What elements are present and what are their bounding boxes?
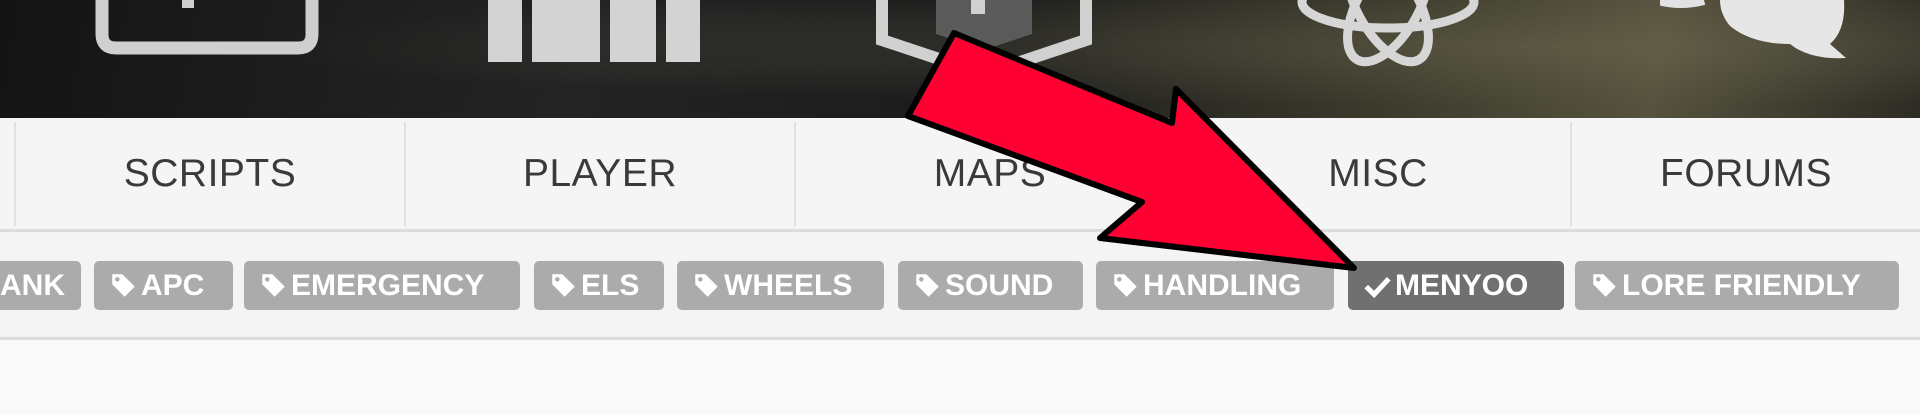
nav-item-forums[interactable]: FORUMS	[1570, 122, 1920, 226]
tag-label: ANK	[0, 268, 65, 302]
tag-icon	[916, 274, 939, 297]
nav-item-label: SCRIPTS	[123, 152, 297, 195]
tag-label: MENYOO	[1395, 268, 1529, 302]
nav-item-misc[interactable]: MISC	[1184, 122, 1570, 226]
tag-wheels[interactable]: WHEELS	[677, 261, 884, 310]
tag-label: APC	[141, 268, 205, 302]
tag-emergency[interactable]: EMERGENCY	[244, 261, 520, 310]
tag-lore-friendly[interactable]: LORE FRIENDLY	[1575, 261, 1899, 310]
nav-item-partial[interactable]	[0, 122, 16, 226]
nav-item-maps[interactable]: MAPS	[794, 122, 1184, 226]
tag-menyoo-selected[interactable]: MENYOO	[1348, 261, 1564, 310]
nav-item-player[interactable]: PLAYER	[404, 122, 794, 226]
main-nav: SCRIPTS PLAYER MAPS MISC FORUMS	[0, 118, 1920, 232]
content-area	[0, 340, 1920, 414]
tag-tank[interactable]: ANK	[0, 261, 81, 310]
nav-item-label: MISC	[1328, 152, 1428, 195]
tag-label: HANDLING	[1143, 268, 1302, 302]
tag-label: WHEELS	[724, 268, 853, 302]
tag-handling[interactable]: HANDLING	[1096, 261, 1334, 310]
tag-filter-row: ANK APC EMERGENCY ELS WHEELS SOUND HANDL…	[0, 232, 1920, 340]
nav-item-label: MAPS	[933, 152, 1047, 195]
tag-icon	[695, 274, 718, 297]
speech-bubble-icon[interactable]	[1660, 0, 1900, 70]
tag-label: EMERGENCY	[291, 268, 485, 302]
tag-label: LORE FRIENDLY	[1622, 268, 1861, 302]
tag-icon	[262, 274, 285, 297]
nav-item-scripts[interactable]: SCRIPTS	[16, 122, 404, 226]
tag-label: ELS	[581, 268, 640, 302]
check-icon	[1364, 277, 1391, 299]
tag-apc[interactable]: APC	[94, 261, 233, 310]
category-banner	[0, 0, 1920, 118]
monitor-icon[interactable]	[90, 0, 330, 60]
tag-icon	[1114, 274, 1137, 297]
atom-icon[interactable]	[1270, 0, 1510, 80]
tag-icon	[112, 274, 135, 297]
tag-sound[interactable]: SOUND	[898, 261, 1083, 310]
hexagon-player-icon[interactable]	[876, 0, 1106, 76]
tag-els[interactable]: ELS	[534, 261, 664, 310]
tag-icon	[1593, 274, 1616, 297]
nav-item-label: PLAYER	[522, 152, 677, 195]
tag-label: SOUND	[945, 268, 1054, 302]
tag-icon	[552, 274, 575, 297]
tools-icon[interactable]	[486, 0, 716, 66]
nav-item-label: FORUMS	[1660, 152, 1832, 195]
